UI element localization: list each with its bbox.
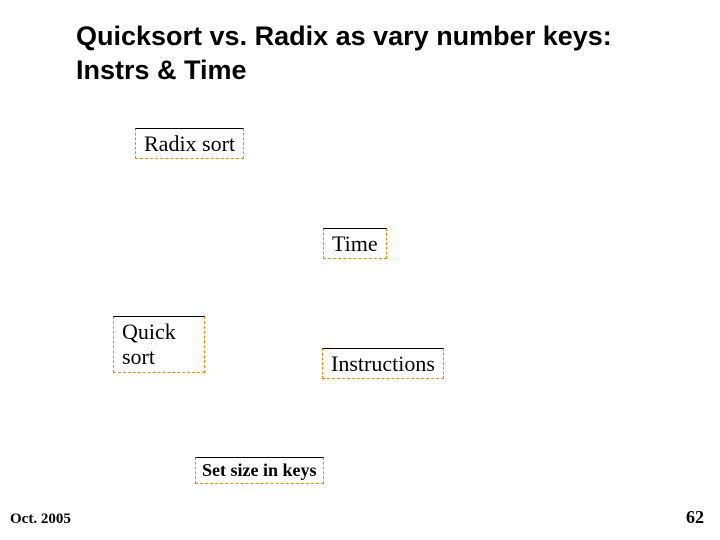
footer-date: Oct. 2005 (10, 511, 71, 528)
label-time: Time (323, 228, 387, 259)
label-set-size: Set size in keys (195, 457, 324, 484)
label-instructions: Instructions (322, 348, 444, 379)
slide-title: Quicksort vs. Radix as vary number keys:… (76, 20, 612, 88)
page-number: 62 (686, 507, 704, 528)
label-quick-sort: Quick sort (113, 316, 205, 373)
label-radix-sort: Radix sort (135, 128, 244, 159)
